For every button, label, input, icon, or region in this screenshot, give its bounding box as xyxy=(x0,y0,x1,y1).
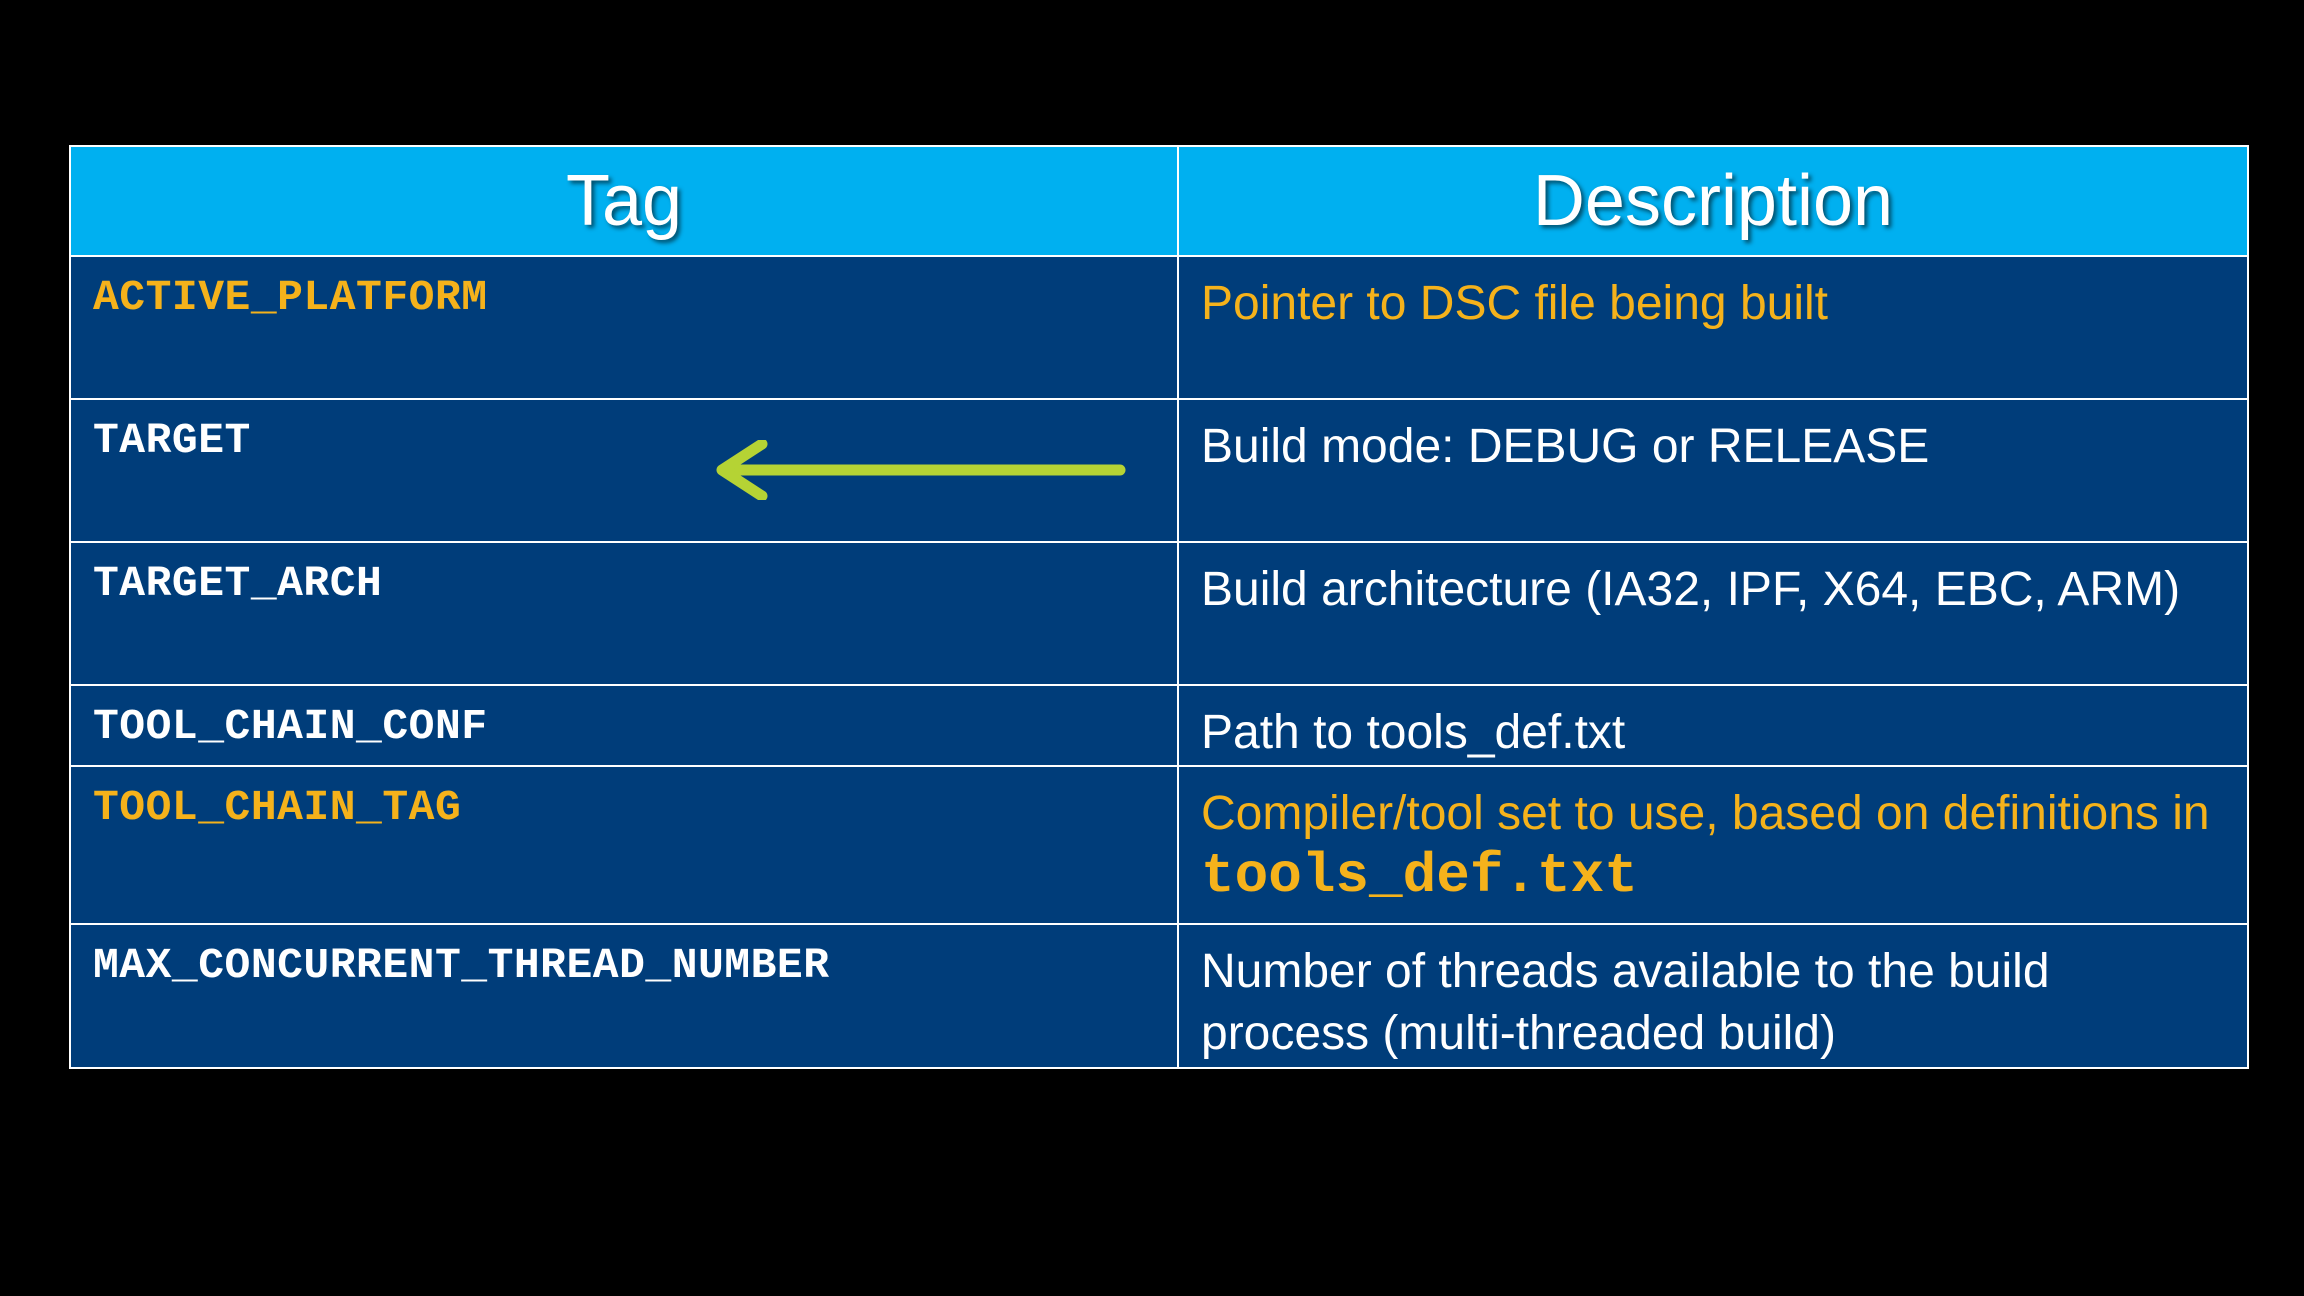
tag-cell: MAX_CONCURRENT_THREAD_NUMBER xyxy=(69,923,1179,1069)
description-text: Compiler/tool set to use, based on defin… xyxy=(1201,787,2210,840)
description-cell: Number of threads available to the build… xyxy=(1177,923,2249,1069)
table-row: TARGET_ARCH Build architecture (IA32, IP… xyxy=(69,541,2249,686)
tag-cell: TOOL_CHAIN_TAG xyxy=(69,765,1179,925)
table-row: ACTIVE_PLATFORM Pointer to DSC file bein… xyxy=(69,255,2249,400)
table-row: TOOL_CHAIN_CONF Path to tools_def.txt xyxy=(69,684,2249,767)
left-arrow-icon xyxy=(716,440,1126,500)
description-cell: Path to tools_def.txt xyxy=(1177,684,2249,767)
slide: Tag Description ACTIVE_PLATFORM Pointer … xyxy=(0,0,2304,1296)
tag-cell: TOOL_CHAIN_CONF xyxy=(69,684,1179,767)
tag-cell: TARGET_ARCH xyxy=(69,541,1179,686)
description-cell: Build architecture (IA32, IPF, X64, EBC,… xyxy=(1177,541,2249,686)
header-tag: Tag xyxy=(69,145,1179,257)
table-row: MAX_CONCURRENT_THREAD_NUMBER Number of t… xyxy=(69,923,2249,1069)
header-description: Description xyxy=(1177,145,2249,257)
table-row: TOOL_CHAIN_TAG Compiler/tool set to use,… xyxy=(69,765,2249,925)
description-code: tools_def.txt xyxy=(1201,844,1638,908)
description-cell: Compiler/tool set to use, based on defin… xyxy=(1177,765,2249,925)
tag-cell: ACTIVE_PLATFORM xyxy=(69,255,1179,400)
description-cell: Build mode: DEBUG or RELEASE xyxy=(1177,398,2249,543)
build-tags-table: Tag Description ACTIVE_PLATFORM Pointer … xyxy=(69,145,2249,1069)
table-row: TARGET Build mode: DEBUG or RELEASE xyxy=(69,398,2249,543)
description-cell: Pointer to DSC file being built xyxy=(1177,255,2249,400)
table-header-row: Tag Description xyxy=(69,145,2249,257)
